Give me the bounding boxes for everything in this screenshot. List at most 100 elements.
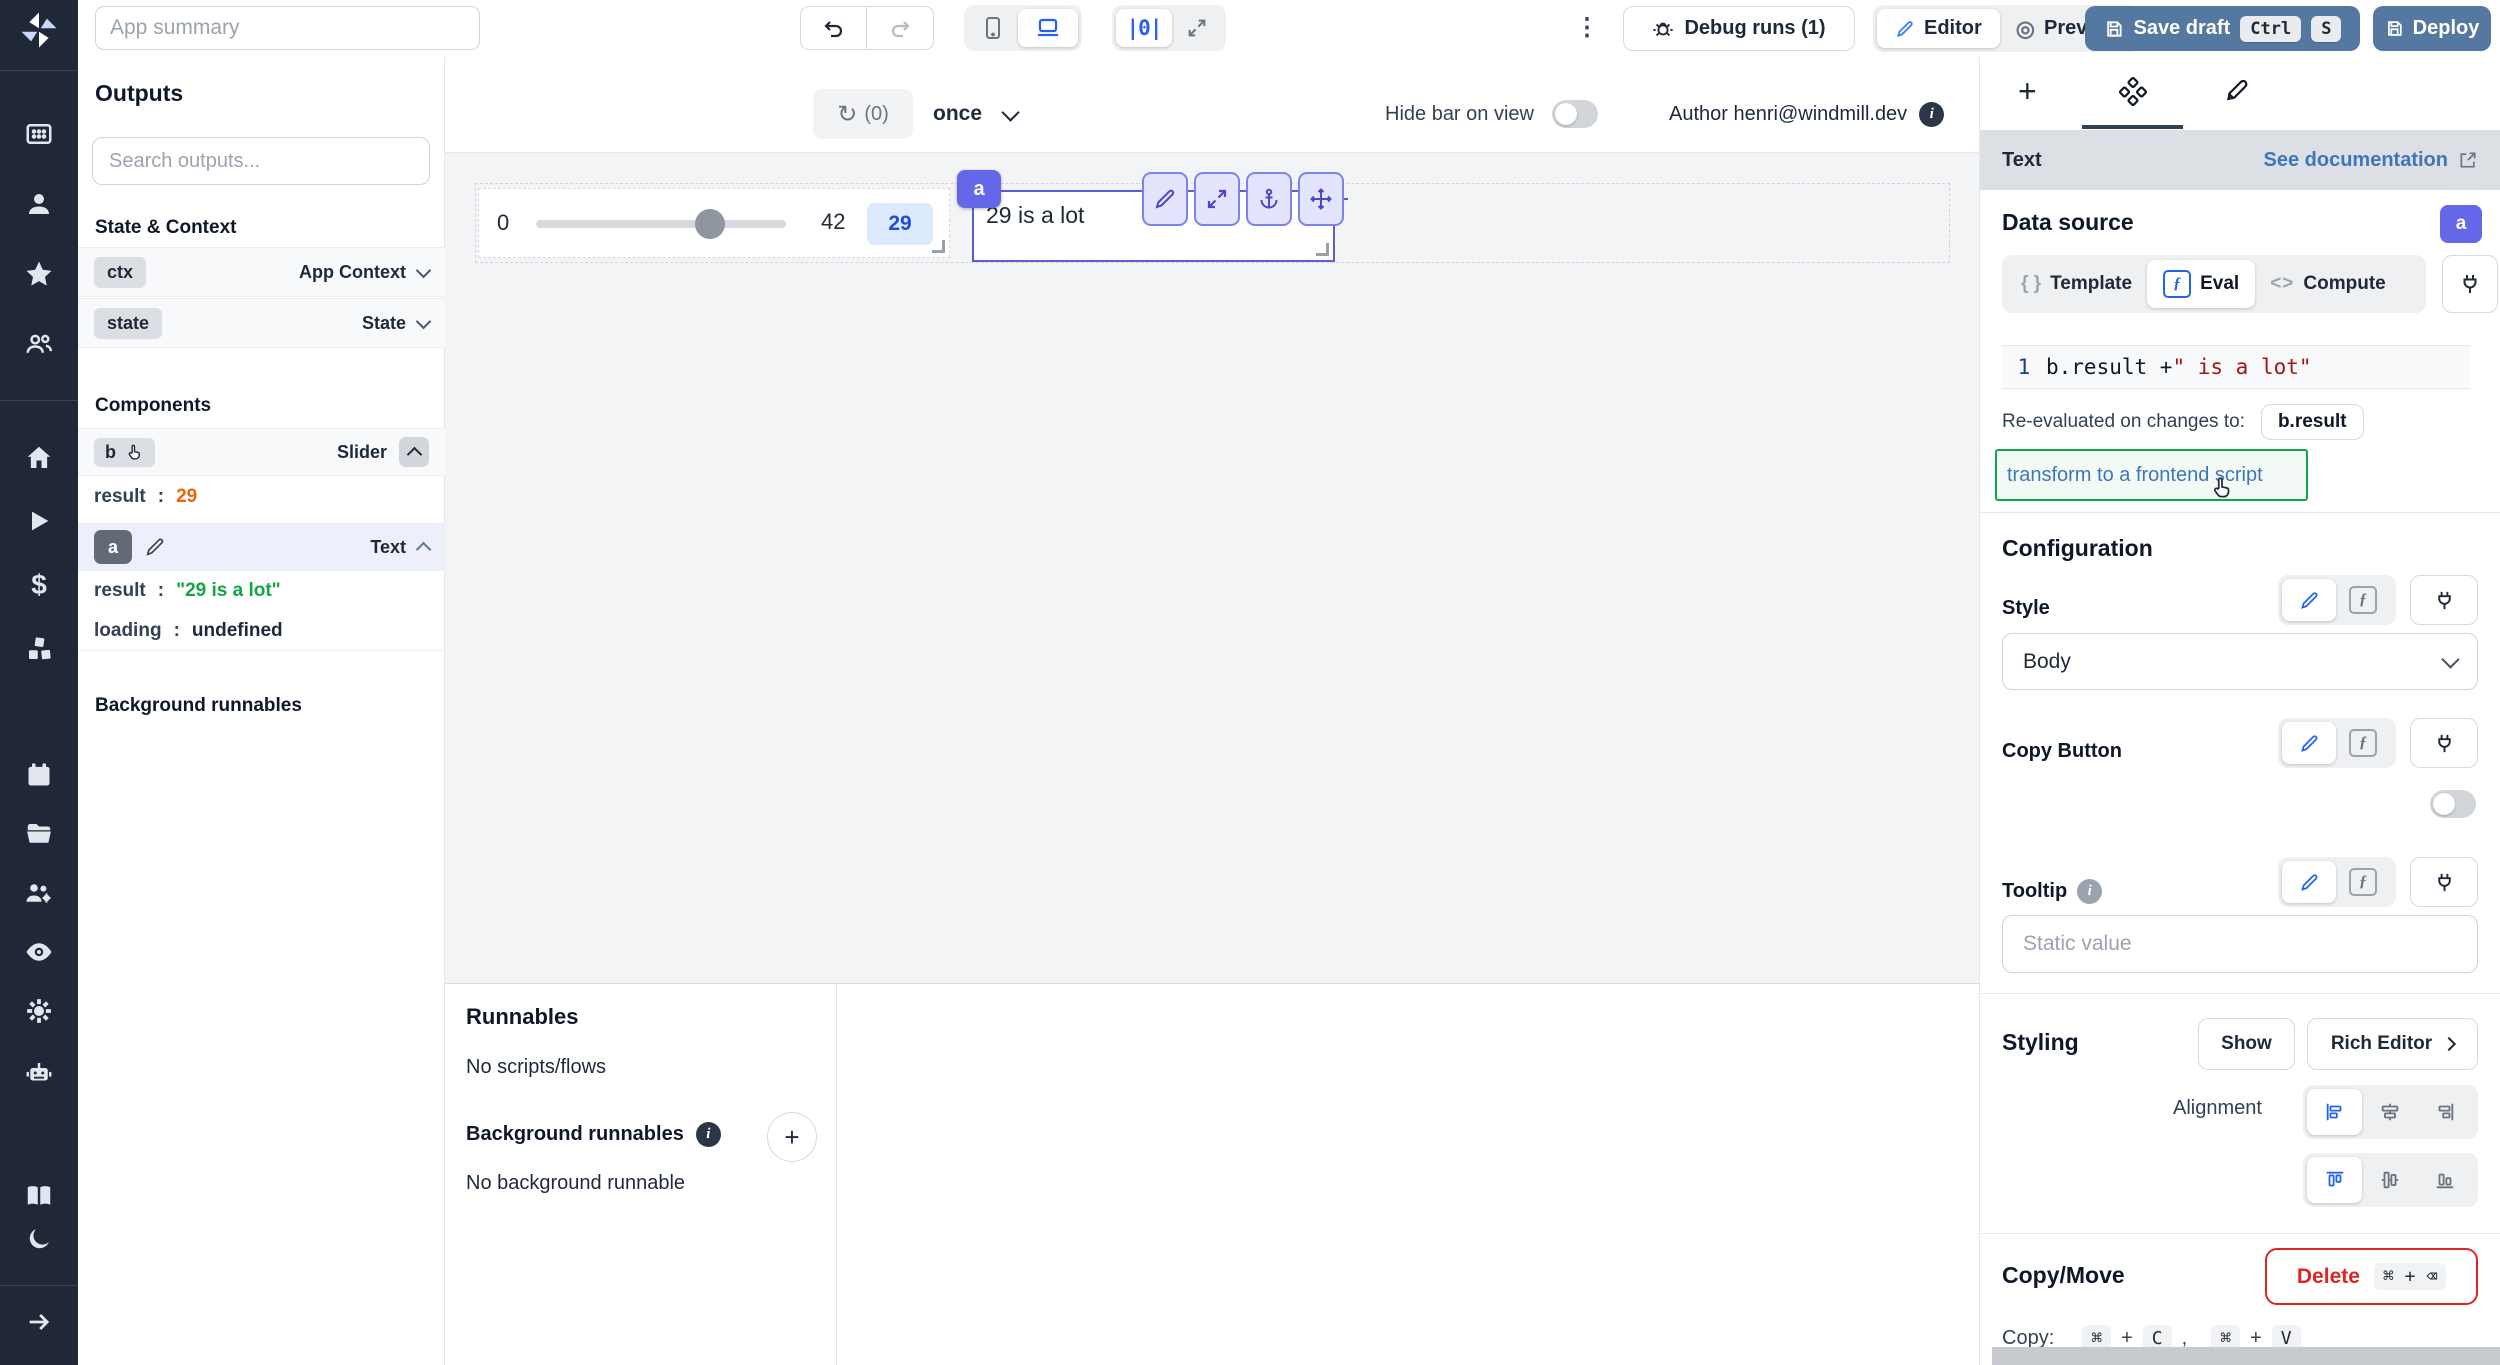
align-right-button[interactable] [2417,1089,2472,1135]
edit-component-button[interactable] [1142,172,1188,226]
play-icon[interactable] [25,507,53,535]
align-top-button[interactable] [2307,1157,2362,1203]
horizontal-alignment-group [2303,1085,2478,1139]
robot-icon[interactable] [24,1058,54,1088]
collapse-arrow-icon[interactable] [25,1308,53,1336]
maximize-icon [1205,187,1229,211]
folder-icon[interactable] [24,819,54,849]
chevron-down-icon[interactable] [416,262,432,278]
connect-tooltip-button[interactable] [2410,857,2478,907]
eye-icon[interactable] [24,937,54,967]
tab-compute[interactable]: <> Compute [2255,260,2401,308]
align-center-v-button[interactable] [2362,1157,2417,1203]
moon-icon[interactable] [25,1225,53,1253]
component-row-text[interactable]: a Text [78,523,445,571]
expand-canvas-icon[interactable] [1172,9,1222,47]
rich-editor-button[interactable]: Rich Editor [2307,1018,2478,1070]
delete-component-button[interactable]: Delete ⌘ + ⌫ [2265,1248,2478,1305]
mobile-view-button[interactable] [968,9,1018,47]
state-row[interactable]: state State [78,298,445,348]
component-id-badge[interactable]: a [957,170,1001,208]
collapse-slider-button[interactable] [399,437,429,467]
dollar-icon[interactable]: $ [31,569,47,601]
style-select[interactable]: Body [2002,633,2478,690]
home-icon[interactable] [24,443,54,473]
chevron-up-icon[interactable] [416,542,432,558]
tooltip-input[interactable] [2002,915,2478,973]
edit-id-pencil-icon[interactable] [144,536,166,558]
eval-code-editor[interactable]: 1 b.result + " is a lot" [2002,345,2470,389]
debug-runs-button[interactable]: Debug runs (1) [1623,6,1855,51]
center-canvas-icon[interactable]: |0| [1116,9,1172,47]
styling-tab-brush-icon[interactable] [2220,77,2250,107]
slider-track[interactable] [536,220,786,228]
eval-mode-button[interactable]: ƒ [2336,861,2390,903]
slider-handle[interactable] [695,209,725,239]
expand-component-button[interactable] [1194,172,1240,226]
static-mode-button[interactable] [2282,861,2336,903]
reevaluated-dependency-pill[interactable]: b.result [2261,404,2364,440]
align-center-h-button[interactable] [2362,1089,2417,1135]
user-icon[interactable] [24,189,54,219]
calendar-icon[interactable] [25,761,53,789]
align-left-button[interactable] [2307,1089,2362,1135]
undo-button[interactable] [800,6,867,50]
packages-icon[interactable] [24,634,54,664]
run-mode-select[interactable]: once [933,89,1017,139]
component-row-slider[interactable]: b Slider [78,428,445,476]
sidebar-divider [0,400,78,401]
user-group-icon[interactable] [24,329,54,359]
desktop-view-button[interactable] [1018,9,1078,47]
anchor-component-button[interactable] [1246,172,1292,226]
move-component-button[interactable] [1298,172,1344,226]
copy-button-toggle[interactable] [2430,790,2476,818]
add-background-runnable-button[interactable]: + [767,1112,817,1162]
redo-button[interactable] [867,6,934,50]
gear-icon[interactable] [24,996,54,1026]
show-styling-button[interactable]: Show [2198,1018,2295,1070]
info-icon[interactable]: i [696,1122,721,1147]
resize-handle[interactable] [932,240,945,253]
ctx-row[interactable]: ctx App Context [78,247,445,297]
chevron-down-icon[interactable] [416,313,432,329]
apps-icon[interactable] [24,119,54,149]
tab-template[interactable]: { } Template [2006,260,2147,308]
text-id-chip[interactable]: a [94,530,132,564]
deploy-button[interactable]: Deploy [2373,6,2491,51]
book-icon[interactable] [24,1181,54,1211]
windmill-logo-icon[interactable] [18,9,60,51]
slider-value-badge[interactable]: 29 [867,203,933,245]
align-bottom-button[interactable] [2417,1157,2472,1203]
eval-mode-button[interactable]: ƒ [2336,722,2390,764]
info-icon[interactable]: i [1919,102,1944,127]
search-outputs-input[interactable] [92,137,430,185]
save-draft-button[interactable]: Save draft Ctrl S [2085,6,2360,51]
settings-tab-components-icon[interactable] [2118,77,2148,107]
transform-frontend-script-box[interactable]: transform to a frontend script [1995,449,2308,501]
device-toggle-group [964,5,1082,51]
more-menu-icon[interactable]: ⋮ [1575,13,1599,42]
static-mode-button[interactable] [2282,579,2336,621]
see-documentation-link[interactable]: See documentation [2264,149,2478,172]
connect-copy-button[interactable] [2410,718,2478,768]
ctx-key-chip[interactable]: ctx [94,257,146,288]
user-group-gear-icon[interactable] [24,878,54,908]
tab-editor[interactable]: Editor [1877,9,2000,48]
star-icon[interactable] [24,259,54,289]
static-mode-button[interactable] [2282,722,2336,764]
info-icon[interactable]: i [2077,879,2102,904]
insert-component-tab-plus-icon[interactable]: + [2018,73,2037,110]
hide-bar-toggle[interactable] [1552,100,1598,128]
eval-mode-button[interactable]: ƒ [2336,579,2390,621]
slider-id-chip[interactable]: b [94,438,155,467]
connect-input-button[interactable] [2442,255,2498,313]
horizontal-scrollbar[interactable] [1992,1347,2500,1365]
data-source-component-badge[interactable]: a [2440,205,2482,243]
slider-component[interactable]: 0 42 29 [478,188,950,258]
connect-style-button[interactable] [2410,575,2478,625]
resize-handle[interactable] [1316,243,1329,256]
state-key-chip[interactable]: state [94,308,162,339]
tab-eval[interactable]: ƒ Eval [2147,260,2255,308]
app-summary-input[interactable] [95,6,480,50]
refresh-runnables-button[interactable]: ↻ (0) [813,89,913,139]
